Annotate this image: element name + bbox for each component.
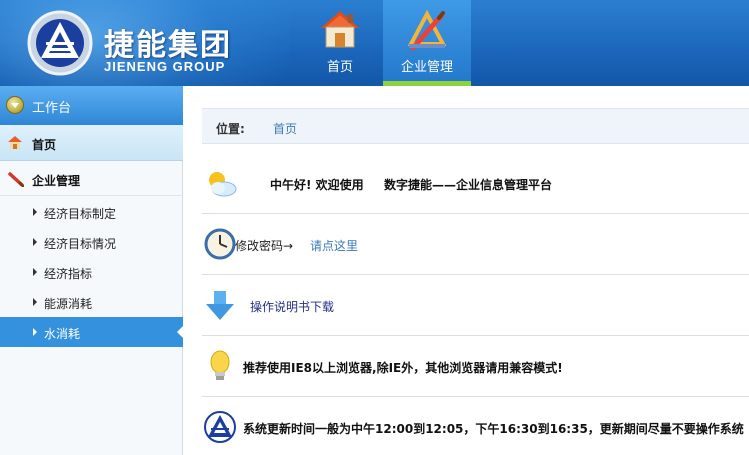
- lightbulb-icon: [210, 350, 230, 380]
- company-logo-icon: [204, 411, 236, 443]
- breadcrumb-home-link[interactable]: 首页: [273, 120, 297, 137]
- update-notice-text: 系统更新时间一般为中午12:00到12:05，下午16:30到16:35，更新期…: [243, 422, 744, 436]
- nav-tab-enterprise-label: 企业管理: [400, 60, 453, 75]
- company-logo: [27, 10, 93, 76]
- caret-right-icon: [33, 268, 37, 276]
- breadcrumb: 位置: 首页: [202, 108, 749, 144]
- sidebar-workbench-header[interactable]: 工作台: [0, 86, 183, 125]
- sidebar-subitem-label: 经济指标: [44, 267, 93, 281]
- change-password-row: 修改密码→ 请点这里: [202, 214, 749, 275]
- change-password-link[interactable]: 请点这里: [310, 237, 358, 254]
- sidebar-item-home[interactable]: 首页: [0, 125, 183, 161]
- top-header: 捷能集团 JIENENG GROUP 首页 企业管理: [0, 0, 749, 86]
- browser-tip-row: 推荐使用IE8以上浏览器,除IE外，其他浏览器请用兼容模式!: [202, 336, 749, 397]
- caret-right-icon: [33, 208, 37, 216]
- sidebar-workbench-label: 工作台: [32, 101, 72, 116]
- update-notice-row: 系统更新时间一般为中午12:00到12:05，下午16:30到16:35，更新期…: [202, 397, 749, 455]
- nav-tab-enterprise[interactable]: 企业管理: [383, 0, 471, 86]
- sidebar-subitem-water-consumption[interactable]: 水消耗: [0, 317, 184, 347]
- sidebar: 工作台 首页 企业管理 经济目标制定 经济目标情况 经济指标 能源消耗 水消耗: [0, 86, 184, 455]
- manual-download-row: 操作说明书下载: [202, 275, 749, 336]
- sidebar-item-enterprise-label: 企业管理: [32, 174, 81, 188]
- clock-icon: [204, 228, 236, 260]
- caret-right-icon: [33, 238, 37, 246]
- weather-sun-cloud-icon: [209, 172, 237, 197]
- house-icon: [8, 136, 22, 149]
- caret-right-icon: [33, 328, 37, 336]
- change-password-label: 修改密码→: [235, 239, 294, 253]
- greeting-row: 中午好! 欢迎使用 数字捷能——企业信息管理平台: [202, 153, 749, 214]
- main-content: 位置: 首页 中午好! 欢迎使用 数字捷能——企业信息管理平台 修改密码→ 请点…: [184, 86, 749, 455]
- sidebar-subitem-label: 经济目标制定: [44, 207, 117, 221]
- sidebar-subitem-economic-target-setting[interactable]: 经济目标制定: [0, 197, 183, 227]
- chevron-down-icon: [6, 96, 24, 114]
- sidebar-subitem-label: 能源消耗: [44, 297, 93, 311]
- manual-download-link[interactable]: 操作说明书下载: [250, 298, 334, 315]
- greeting-text: 中午好! 欢迎使用: [270, 178, 364, 192]
- brand-name-en: JIENENG GROUP: [104, 59, 226, 74]
- platform-name: 数字捷能——企业信息管理平台: [384, 178, 553, 192]
- sidebar-subitem-economic-target-status[interactable]: 经济目标情况: [0, 227, 183, 257]
- pencil-icon: [8, 172, 24, 187]
- sidebar-subitem-label: 水消耗: [44, 327, 81, 341]
- house-icon: [321, 11, 359, 48]
- sidebar-subitem-energy-consumption[interactable]: 能源消耗: [0, 287, 183, 317]
- sidebar-item-home-label: 首页: [32, 138, 57, 152]
- caret-right-icon: [33, 298, 37, 306]
- download-arrow-icon: [206, 291, 234, 320]
- sidebar-item-enterprise[interactable]: 企业管理: [0, 162, 183, 196]
- nav-tab-home-label: 首页: [326, 60, 353, 75]
- breadcrumb-label: 位置:: [216, 122, 245, 136]
- nav-tab-home[interactable]: 首页: [296, 0, 384, 86]
- sidebar-subitem-economic-indicators[interactable]: 经济指标: [0, 257, 183, 287]
- sidebar-subitem-label: 经济目标情况: [44, 237, 117, 251]
- browser-tip-text: 推荐使用IE8以上浏览器,除IE外，其他浏览器请用兼容模式!: [243, 361, 563, 375]
- brand-name-cn: 捷能集团: [104, 28, 232, 63]
- tools-icon: [407, 9, 447, 51]
